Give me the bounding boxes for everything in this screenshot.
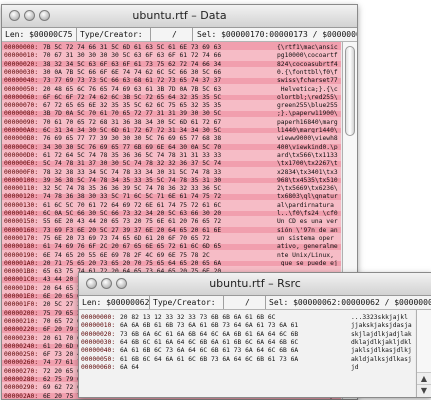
selection-label: Sel: $00000170:00000173 / $00000003 <box>197 30 358 39</box>
divider <box>150 28 151 41</box>
hex-row[interactable]: 00000060: 6A 64 jd <box>79 362 415 373</box>
rsrc-window-title: ubuntu.rtf – Rsrc <box>209 277 301 290</box>
row-ascii[interactable]: jd <box>351 362 359 373</box>
length-label: Len: $00000C75 <box>5 30 73 39</box>
rsrc-window-titlebar[interactable]: ubuntu.rtf – Rsrc <box>79 273 431 296</box>
selection-label: Sel: $00000062:00000062 / $00000000 <box>269 298 431 307</box>
divider <box>149 296 150 309</box>
divider <box>223 296 224 309</box>
data-window-titlebar[interactable]: ubuntu.rtf – Data <box>2 5 357 28</box>
rsrc-window-infobar: Len: $00000062 Type/Creator: / Sel: $000… <box>79 296 431 310</box>
data-window-infobar: Len: $00000C75 Type/Creator: / Sel: $000… <box>2 28 357 42</box>
divider <box>192 28 193 41</box>
row-hex-bytes[interactable]: 6A 64 <box>120 362 139 373</box>
divider <box>76 28 77 41</box>
row-offset: 00000060: <box>81 363 116 371</box>
data-scroll-thumb[interactable] <box>345 46 355 136</box>
scroll-down-arrow[interactable]: ▼ <box>417 384 431 397</box>
type-creator-label: Type/Creator: <box>153 298 216 307</box>
type-creator-separator: / <box>172 30 177 39</box>
data-window-title: ubuntu.rtf – Data <box>132 9 227 22</box>
divider <box>265 296 266 309</box>
row-offset: 000002A0: <box>4 392 39 399</box>
rsrc-window: ubuntu.rtf – Rsrc Len: $00000062 Type/Cr… <box>78 272 431 398</box>
type-creator-separator: / <box>245 298 250 307</box>
length-label: Len: $00000062 <box>82 298 150 307</box>
type-creator-label: Type/Creator: <box>80 30 143 39</box>
rsrc-vertical-scrollbar[interactable]: ▲ ▼ <box>416 310 431 397</box>
rsrc-hex-editor[interactable]: 00000000: 20 82 13 12 33 32 33 73 6B 6B 6… <box>79 310 415 397</box>
